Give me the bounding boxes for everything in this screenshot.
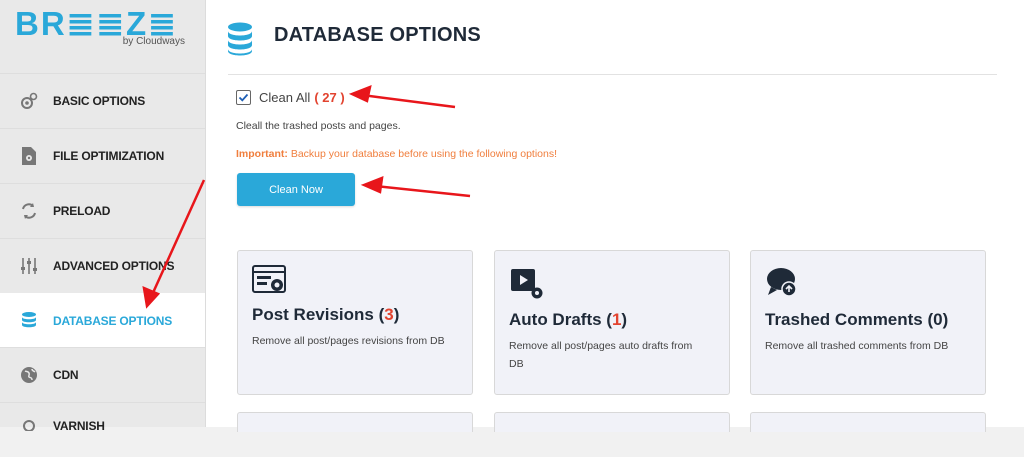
main-panel: DATABASE OPTIONS Clean All ( 27 ) Cleall… bbox=[206, 0, 1024, 432]
breeze-logo[interactable]: BR≣≣Z≣ by Cloudways bbox=[15, 4, 195, 52]
sidebar-item-advanced-options[interactable]: ADVANCED OPTIONS bbox=[0, 238, 205, 293]
drafts-icon bbox=[509, 265, 545, 299]
card-count: 1 bbox=[611, 310, 622, 329]
sidebar-item-label: ADVANCED OPTIONS bbox=[53, 259, 175, 273]
card-description: Remove all post/pages auto drafts from D… bbox=[509, 340, 693, 370]
comments-icon bbox=[765, 265, 801, 299]
divider bbox=[228, 74, 997, 75]
varnish-icon bbox=[18, 413, 40, 435]
revisions-icon bbox=[252, 265, 288, 299]
card-title-close: ) bbox=[393, 305, 400, 324]
gear-icon bbox=[18, 90, 40, 112]
card-title-text: Post Revisions bbox=[252, 305, 374, 324]
card-title: Trashed Comments (0) bbox=[765, 310, 948, 330]
database-icon bbox=[226, 22, 254, 56]
card-title-open: ( bbox=[373, 305, 385, 324]
trashed-comments-card[interactable]: Trashed Comments (0) Remove all trashed … bbox=[750, 250, 986, 395]
globe-icon bbox=[18, 364, 40, 386]
clean-all-option[interactable]: Clean All ( 27 ) bbox=[236, 90, 345, 105]
clean-all-label: Clean All bbox=[259, 90, 311, 105]
card-title-open: ( bbox=[601, 310, 612, 329]
clean-all-description: Cleall the trashed posts and pages. bbox=[236, 120, 401, 132]
sidebar-item-label: CDN bbox=[53, 368, 79, 382]
important-notice: Important: Backup your database before u… bbox=[236, 148, 557, 160]
clean-now-button[interactable]: Clean Now bbox=[237, 173, 355, 206]
card-count: 3 bbox=[384, 305, 394, 324]
sidebar-item-label: PRELOAD bbox=[53, 204, 111, 218]
card-description: Remove all post/pages revisions from DB bbox=[252, 335, 445, 347]
card-title: Post Revisions (3) bbox=[252, 305, 399, 325]
file-icon bbox=[18, 145, 40, 167]
important-prefix: Important: bbox=[236, 148, 288, 160]
sidebar-item-preload[interactable]: PRELOAD bbox=[0, 183, 205, 238]
page-title: DATABASE OPTIONS bbox=[274, 24, 481, 46]
sidebar-item-label: VARNISH bbox=[53, 419, 105, 433]
sidebar-item-cdn[interactable]: CDN bbox=[0, 347, 205, 402]
card-title-text: Trashed Comments (0) bbox=[765, 310, 949, 329]
database-icon bbox=[18, 310, 40, 332]
card-partial bbox=[494, 412, 730, 432]
clean-all-count: ( 27 ) bbox=[314, 90, 345, 105]
card-partial bbox=[750, 412, 986, 432]
sidebar-item-file-optimization[interactable]: FILE OPTIMIZATION bbox=[0, 128, 205, 183]
sidebar-item-basic-options[interactable]: BASIC OPTIONS bbox=[0, 73, 205, 128]
sidebar-item-label: BASIC OPTIONS bbox=[53, 94, 146, 108]
sidebar-item-varnish[interactable]: VARNISH bbox=[0, 402, 205, 457]
sidebar-item-database-options[interactable]: DATABASE OPTIONS bbox=[0, 293, 205, 348]
sidebar-item-label: DATABASE OPTIONS bbox=[53, 314, 173, 328]
card-title: Auto Drafts (1) bbox=[509, 310, 627, 330]
clean-all-checkbox[interactable] bbox=[236, 90, 251, 105]
refresh-icon bbox=[18, 200, 40, 222]
card-partial bbox=[237, 412, 473, 432]
post-revisions-card[interactable]: Post Revisions (3) Remove all post/pages… bbox=[237, 250, 473, 395]
sidebar: BR≣≣Z≣ by Cloudways BASIC OPTIONS FILE O… bbox=[0, 0, 206, 433]
card-title-close: ) bbox=[621, 310, 628, 329]
important-text: Backup your database before using the fo… bbox=[287, 148, 558, 160]
sidebar-item-label: FILE OPTIMIZATION bbox=[53, 149, 165, 163]
card-title-text: Auto Drafts bbox=[509, 310, 602, 329]
card-description: Remove all trashed comments from DB bbox=[765, 340, 949, 352]
logo-subtitle: by Cloudways bbox=[122, 36, 185, 47]
auto-drafts-card[interactable]: Auto Drafts (1) Remove all post/pages au… bbox=[494, 250, 730, 395]
sliders-icon bbox=[18, 255, 40, 277]
